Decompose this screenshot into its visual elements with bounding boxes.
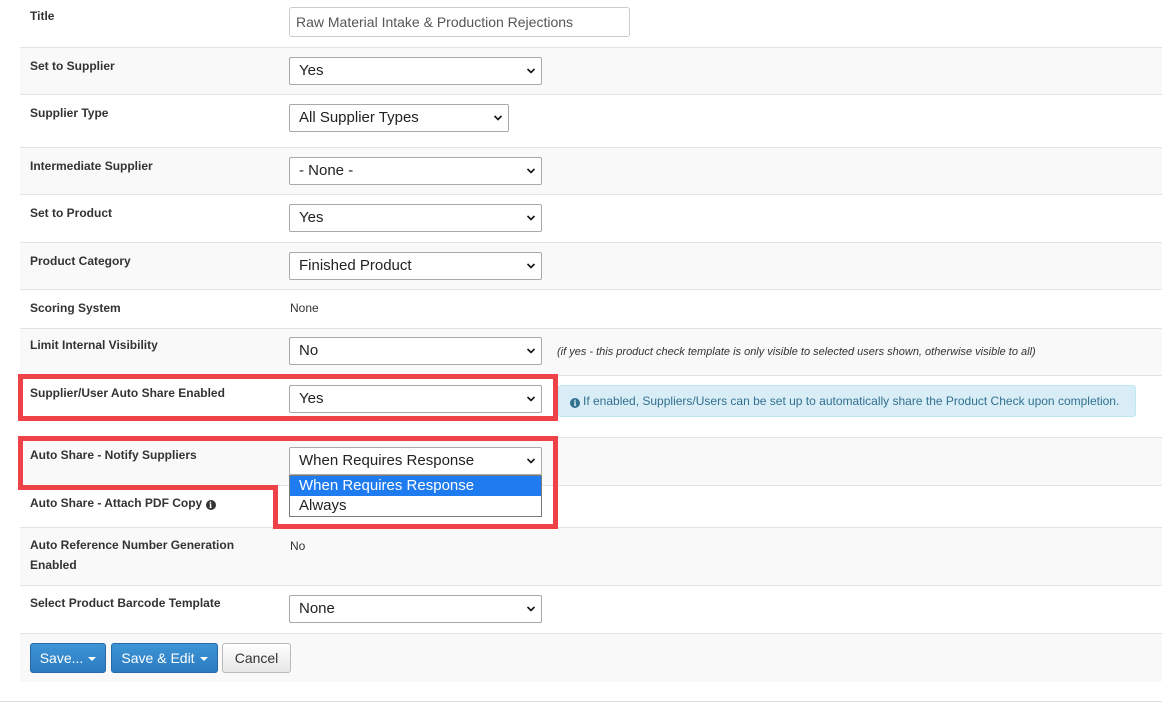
supplier-type-label: Supplier Type — [30, 106, 109, 120]
auto-reference-value: No — [290, 539, 306, 553]
product-category-value: Finished Product — [299, 257, 412, 274]
supplier-type-value: All Supplier Types — [299, 109, 419, 126]
dropdown-option[interactable]: When Requires Response — [290, 476, 541, 496]
supplier-type-select[interactable]: All Supplier Types — [289, 104, 509, 132]
auto-share-info-alert: i If enabled, Suppliers/Users can be set … — [558, 385, 1136, 417]
chevron-down-icon — [527, 68, 535, 74]
save-button-label: Save... — [39, 650, 84, 666]
chevron-down-icon — [527, 215, 535, 221]
cancel-button[interactable]: Cancel — [222, 643, 291, 673]
dropdown-option[interactable]: Always — [290, 496, 541, 516]
row-auto-share-notify: Auto Share - Notify Suppliers When Requi… — [20, 438, 1162, 486]
title-input[interactable]: Raw Material Intake & Production Rejecti… — [289, 7, 630, 37]
scoring-system-label: Scoring System — [30, 301, 121, 315]
divider — [0, 701, 1162, 702]
title-label: Title — [30, 9, 55, 23]
auto-reference-label-1: Auto Reference Number Generation — [30, 538, 235, 552]
product-category-select[interactable]: Finished Product — [289, 252, 542, 280]
chevron-down-icon — [527, 606, 535, 612]
intermediate-supplier-select[interactable]: - None - — [289, 157, 542, 185]
set-to-product-value: Yes — [299, 209, 324, 226]
intermediate-supplier-label: Intermediate Supplier — [30, 159, 153, 173]
barcode-template-value: None — [299, 600, 335, 617]
auto-share-notify-select[interactable]: When Requires Response — [289, 447, 542, 475]
chevron-down-icon — [527, 348, 535, 354]
row-set-to-supplier: Set to Supplier Yes — [20, 48, 1162, 95]
auto-reference-label-2: Enabled — [30, 558, 77, 572]
row-limit-internal-visibility: Limit Internal Visibility No (if yes - t… — [20, 329, 1162, 376]
set-to-supplier-value: Yes — [299, 62, 324, 79]
chevron-down-icon — [527, 263, 535, 269]
caret-down-icon — [199, 657, 208, 661]
set-to-supplier-label: Set to Supplier — [30, 59, 115, 73]
product-category-label: Product Category — [30, 254, 131, 268]
row-supplier-type: Supplier Type All Supplier Types — [20, 95, 1162, 148]
row-product-category: Product Category Finished Product — [20, 243, 1162, 290]
attach-pdf-label-text: Auto Share - Attach PDF Copy — [30, 496, 203, 510]
highlight-box-auto-share-enabled — [18, 374, 558, 421]
chevron-down-icon — [527, 168, 535, 174]
attach-pdf-label: Auto Share - Attach PDF Copy i — [30, 493, 219, 513]
scoring-system-value: None — [290, 301, 319, 315]
caret-down-icon — [88, 657, 97, 661]
row-intermediate-supplier: Intermediate Supplier - None - — [20, 148, 1162, 195]
auto-share-notify-label: Auto Share - Notify Suppliers — [30, 448, 197, 462]
row-auto-reference: Auto Reference Number Generation Enabled… — [20, 528, 1162, 586]
intermediate-supplier-value: - None - — [299, 162, 354, 179]
limit-visibility-value: No — [299, 342, 319, 359]
barcode-template-select[interactable]: None — [289, 595, 542, 623]
notify-suppliers-dropdown: When Requires Response Always — [289, 475, 542, 517]
cancel-button-label: Cancel — [234, 650, 279, 666]
save-and-edit-button[interactable]: Save & Edit — [111, 643, 218, 673]
row-scoring-system: Scoring System None — [20, 290, 1162, 329]
row-title: Title Raw Material Intake & Production R… — [20, 0, 1162, 48]
limit-visibility-hint: (if yes - this product check template is… — [557, 346, 1036, 358]
set-to-product-select[interactable]: Yes — [289, 204, 542, 232]
chevron-down-icon — [527, 458, 535, 464]
save-and-edit-label: Save & Edit — [121, 650, 195, 666]
set-to-product-label: Set to Product — [30, 206, 113, 220]
info-circle-icon: i — [570, 398, 580, 408]
row-barcode-template: Select Product Barcode Template None — [20, 586, 1162, 634]
limit-visibility-select[interactable]: No — [289, 337, 542, 365]
limit-visibility-label: Limit Internal Visibility — [30, 338, 158, 352]
info-circle-icon[interactable]: i — [205, 500, 216, 510]
row-auto-share-attach-pdf: Auto Share - Attach PDF Copy i — [20, 486, 1162, 528]
row-set-to-product: Set to Product Yes — [20, 195, 1162, 243]
barcode-template-label: Select Product Barcode Template — [30, 596, 221, 610]
save-button[interactable]: Save... — [30, 643, 106, 673]
set-to-supplier-select[interactable]: Yes — [289, 57, 542, 85]
auto-share-notify-value: When Requires Response — [299, 452, 475, 469]
chevron-down-icon — [494, 115, 502, 121]
auto-share-info-text: If enabled, Suppliers/Users can be set u… — [583, 394, 1120, 408]
